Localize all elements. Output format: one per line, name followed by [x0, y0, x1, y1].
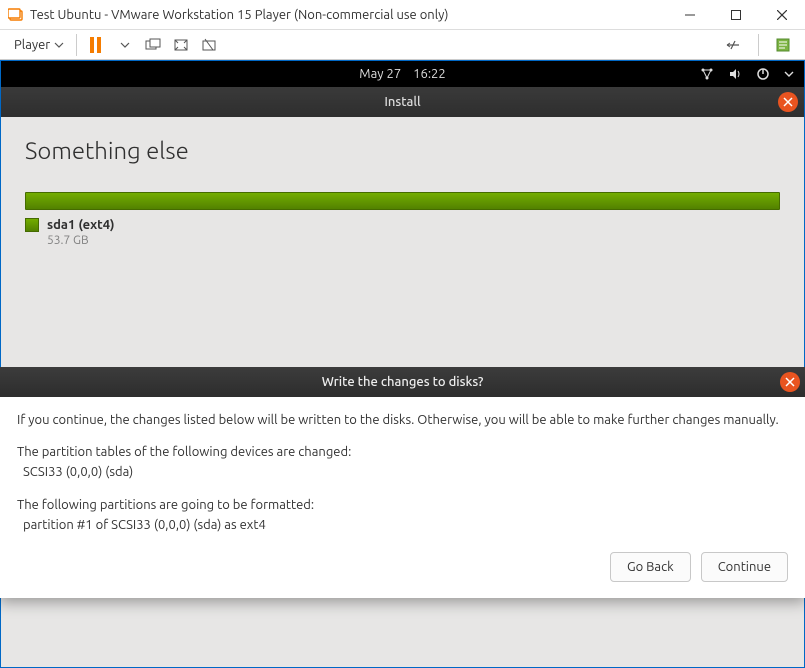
cycle-button[interactable] — [720, 33, 748, 57]
system-indicators[interactable] — [700, 67, 794, 81]
page-title: Something else — [25, 137, 780, 164]
fullscreen-button[interactable] — [167, 33, 195, 57]
partition-size: 53.7 GB — [47, 234, 780, 247]
chevron-down-icon — [120, 40, 130, 50]
network-icon — [700, 67, 714, 81]
separator — [76, 34, 77, 56]
partition-bar[interactable] — [25, 192, 780, 210]
windows-titlebar: Test Ubuntu - VMware Workstation 15 Play… — [0, 0, 805, 30]
write-changes-dialog: Write the changes to disks? If you conti… — [0, 367, 805, 598]
chevron-down-icon — [54, 40, 64, 50]
dialog-text-intro: If you continue, the changes listed belo… — [17, 411, 788, 429]
time-label: 16:22 — [413, 67, 446, 81]
continue-label: Continue — [718, 560, 771, 574]
dialog-actions: Go Back Continue — [17, 552, 788, 582]
dialog-body: If you continue, the changes listed belo… — [0, 397, 805, 598]
volume-icon — [728, 67, 742, 81]
player-menu[interactable]: Player — [8, 36, 70, 54]
chevron-down-icon — [784, 69, 794, 79]
dialog-text-format-list: partition #1 of SCSI33 (0,0,0) (sda) as … — [23, 516, 788, 534]
install-window-title: Install — [384, 95, 420, 109]
separator — [758, 34, 759, 56]
date-label: May 27 — [359, 67, 401, 81]
datetime[interactable]: May 27 16:22 — [359, 67, 445, 81]
window-title: Test Ubuntu - VMware Workstation 15 Play… — [30, 8, 667, 22]
player-menu-label: Player — [14, 38, 50, 52]
install-close-button[interactable] — [778, 92, 798, 112]
partition-swatch-icon — [25, 218, 39, 232]
close-icon — [783, 97, 793, 107]
vmware-logo-icon — [8, 7, 24, 23]
close-button[interactable] — [759, 0, 805, 30]
partition-legend: sda1 (ext4) — [25, 218, 780, 232]
notes-button[interactable] — [769, 33, 797, 57]
dialog-text-devices-list: SCSI33 (0,0,0) (sda) — [23, 463, 788, 481]
power-dropdown[interactable] — [111, 33, 139, 57]
install-body: Something else sda1 (ext4) 53.7 GB /dev/… — [1, 117, 804, 667]
dialog-title: Write the changes to disks? — [322, 375, 484, 389]
dialog-text-format-heading: The following partitions are going to be… — [17, 496, 788, 514]
install-window-header: Install — [1, 87, 804, 117]
go-back-label: Go Back — [627, 560, 674, 574]
window-controls — [667, 0, 805, 30]
unity-button[interactable] — [195, 33, 223, 57]
dialog-header: Write the changes to disks? — [0, 367, 805, 397]
send-ctrl-alt-del-button[interactable] — [139, 33, 167, 57]
partition-label: sda1 (ext4) — [47, 218, 115, 232]
vm-display: May 27 16:22 Install Something else sda1… — [0, 60, 805, 668]
continue-button[interactable]: Continue — [701, 552, 788, 582]
pause-button[interactable] — [83, 33, 111, 57]
go-back-button[interactable]: Go Back — [610, 552, 691, 582]
power-icon — [756, 67, 770, 81]
vmware-toolbar: Player — [0, 30, 805, 60]
dialog-close-button[interactable] — [780, 372, 800, 392]
close-icon — [785, 377, 795, 387]
dialog-text-devices-heading: The partition tables of the following de… — [17, 443, 788, 461]
ubuntu-topbar: May 27 16:22 — [1, 61, 804, 87]
minimize-button[interactable] — [667, 0, 713, 30]
maximize-button[interactable] — [713, 0, 759, 30]
